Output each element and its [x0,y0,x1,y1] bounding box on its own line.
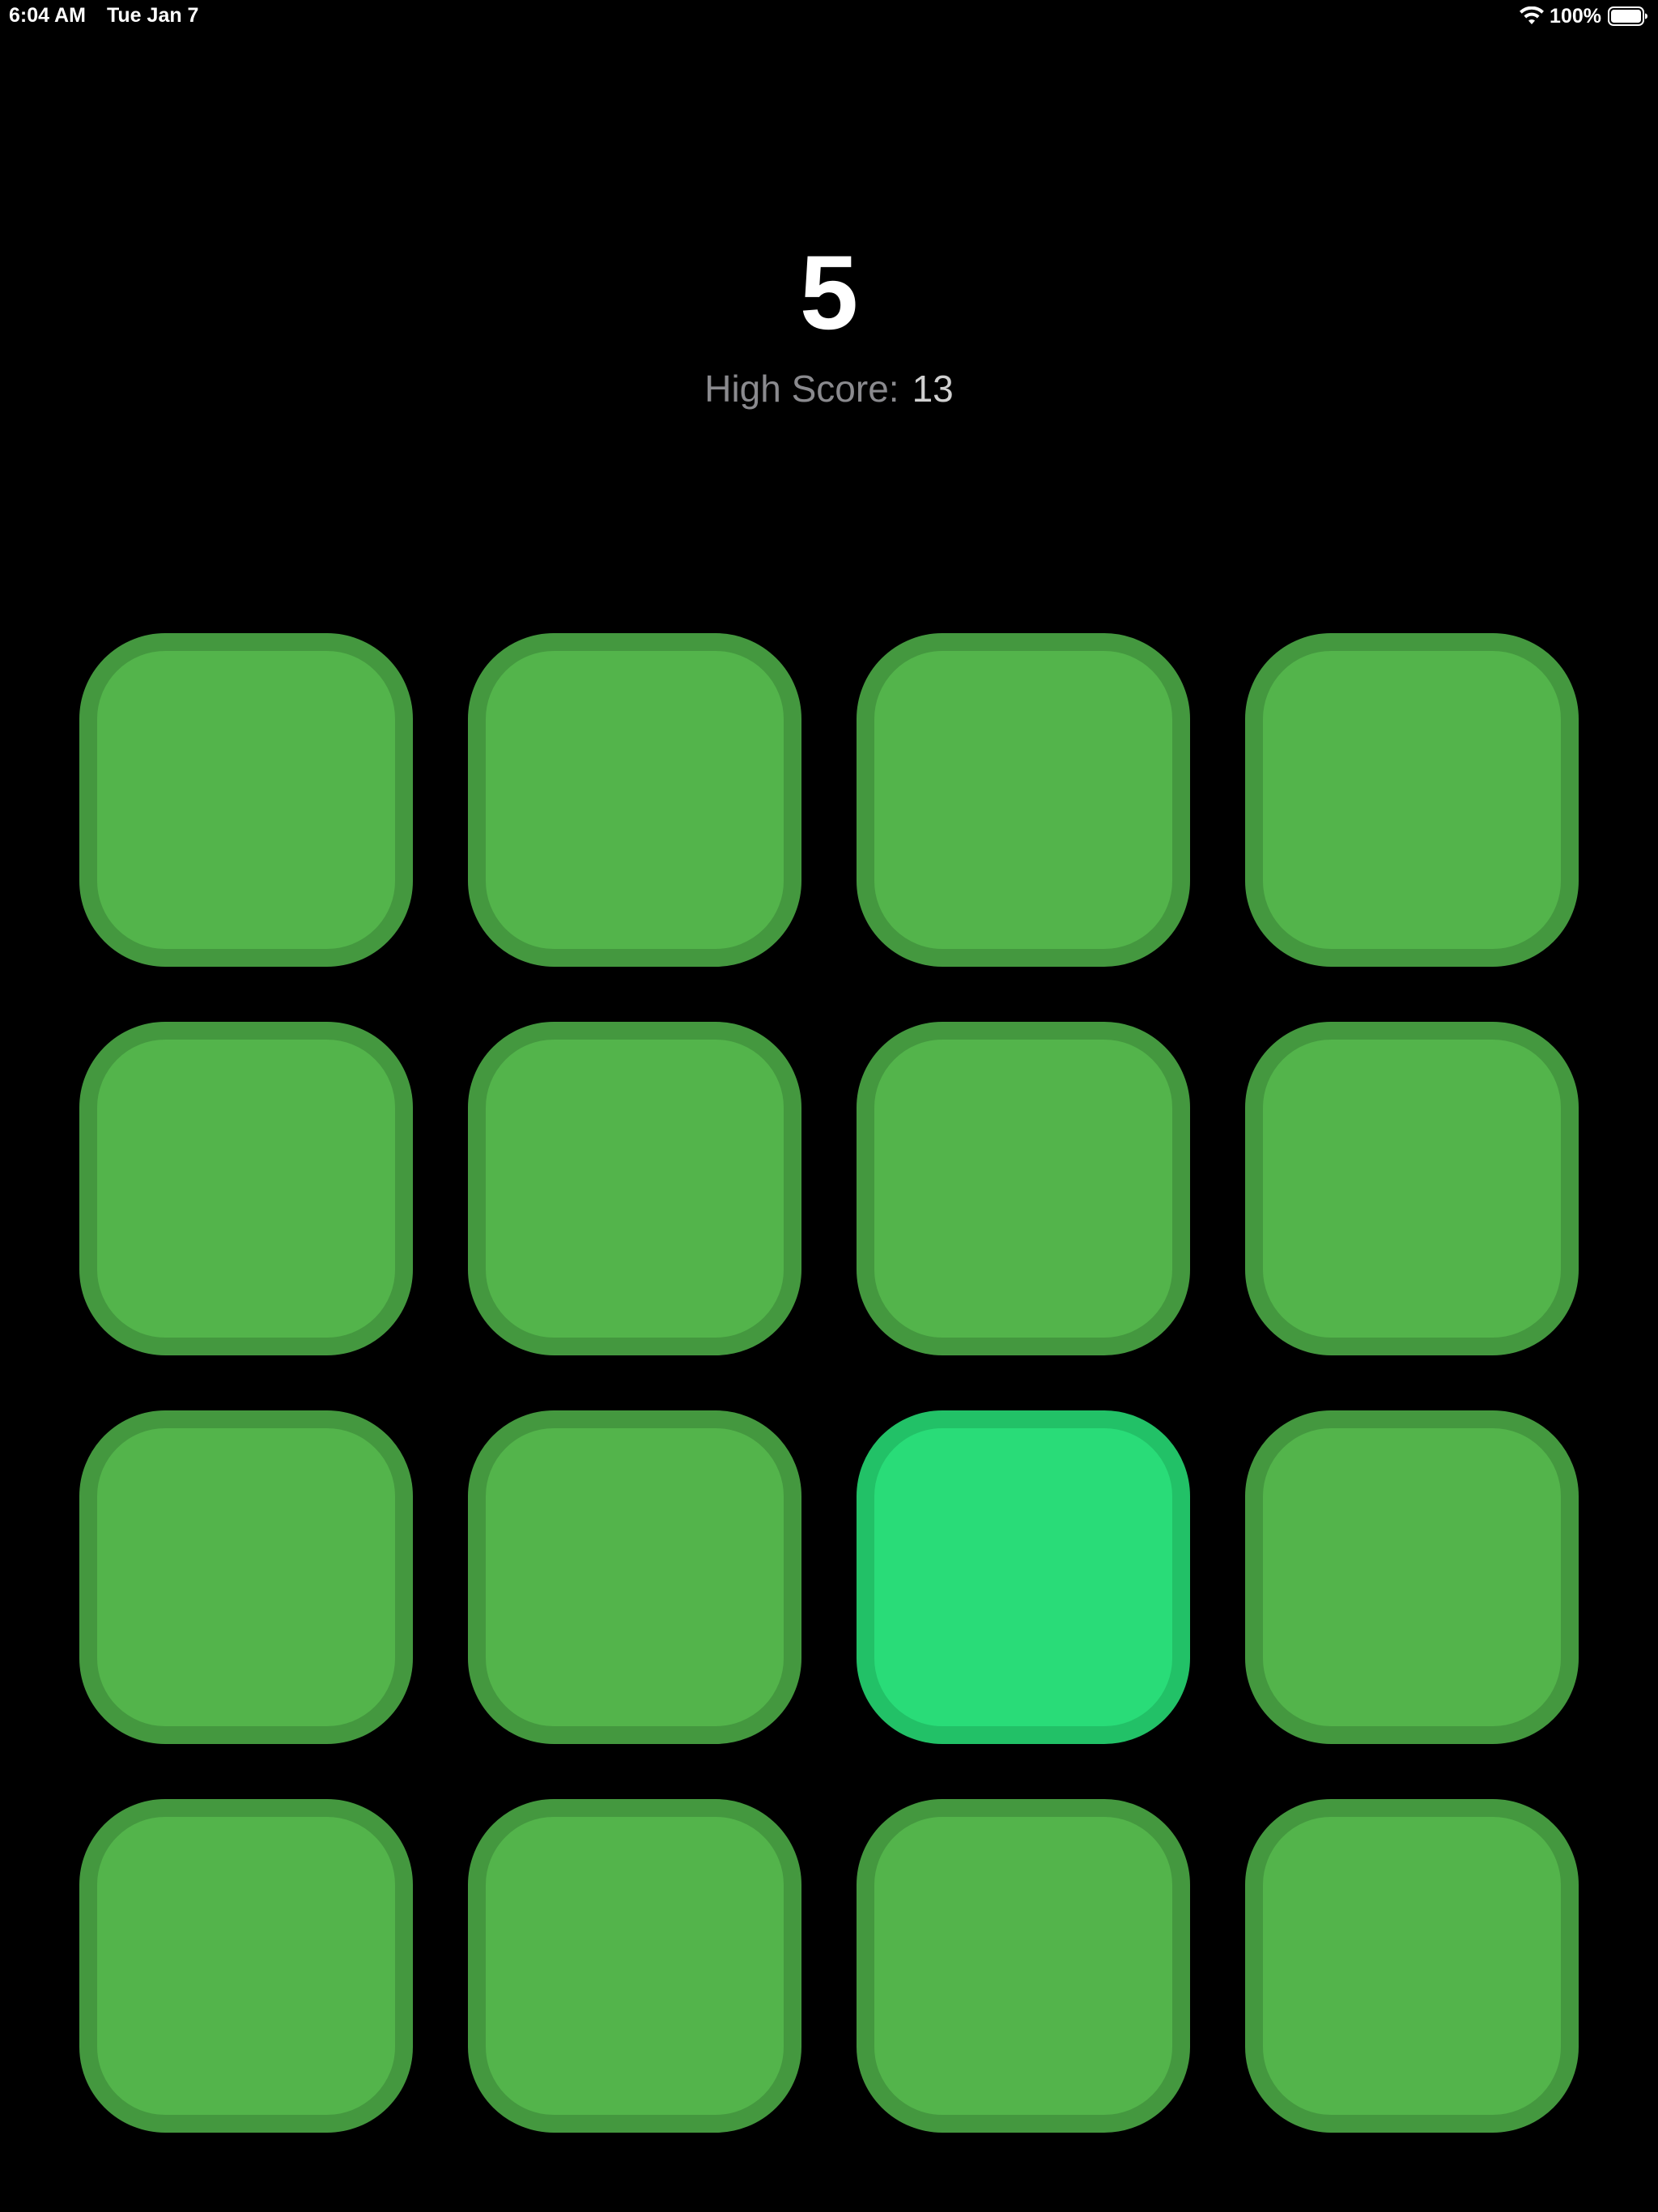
wifi-icon [1520,6,1545,24]
tile[interactable] [1245,1799,1579,2133]
tile[interactable] [79,1022,413,1355]
tile[interactable] [1245,1410,1579,1744]
tile[interactable] [79,633,413,967]
status-time: 6:04 AM [9,4,86,27]
high-score-value: 13 [912,368,954,410]
battery-percentage: 100% [1550,4,1601,28]
tile-lit[interactable] [857,1410,1190,1744]
tile[interactable] [857,633,1190,967]
high-score-label: High Score: [704,368,899,410]
status-bar: 6:04 AM Tue Jan 7 100% [0,0,1658,32]
tile[interactable] [79,1410,413,1744]
status-indicators: 100% [1519,4,1648,28]
tile[interactable] [468,1799,801,2133]
tile[interactable] [79,1799,413,2133]
tile[interactable] [857,1022,1190,1355]
battery-full-icon [1608,6,1647,26]
tile[interactable] [468,633,801,967]
tile[interactable] [1245,1022,1579,1355]
tile[interactable] [1245,633,1579,967]
current-score: 5 [799,233,859,351]
game-board [79,633,1579,2133]
tile[interactable] [857,1799,1190,2133]
tile[interactable] [468,1022,801,1355]
high-score: High Score: 13 [0,364,1658,413]
tile[interactable] [468,1410,801,1744]
status-date: Tue Jan 7 [107,4,199,27]
